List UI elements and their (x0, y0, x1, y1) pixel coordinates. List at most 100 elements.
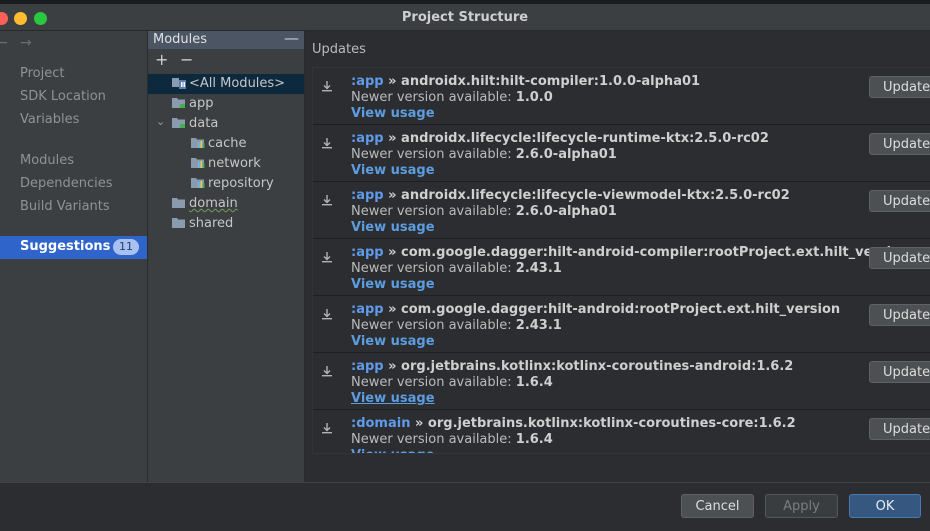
tree-item-cache[interactable]: cache (191, 136, 247, 154)
library-icon (191, 178, 205, 188)
newer-version-text: Newer version available: 2.43.1 (351, 261, 562, 276)
separator: » (383, 74, 402, 89)
download-icon (322, 138, 332, 149)
update-button[interactable]: Update (869, 133, 930, 155)
newer-version-text: Newer version available: 2.6.0-alpha01 (351, 147, 617, 162)
tree-item-app[interactable]: app (172, 96, 213, 114)
all-modules-icon (172, 78, 186, 89)
view-usage-link[interactable]: View usage (351, 448, 435, 453)
update-dependency: :app » androidx.hilt:hilt-compiler:1.0.0… (351, 74, 700, 89)
modules-header-label: Modules (153, 32, 208, 47)
update-dependency: :app » androidx.lifecycle:lifecycle-runt… (351, 131, 769, 146)
forward-arrow-icon[interactable]: → (20, 35, 32, 51)
update-button[interactable]: Update (869, 304, 930, 326)
newer-version-value: 2.43.1 (515, 261, 562, 276)
cancel-button[interactable]: Cancel (681, 494, 754, 518)
tree-item-label: shared (189, 216, 234, 231)
view-usage-link[interactable]: View usage (351, 220, 435, 235)
module-name: :app (351, 245, 384, 260)
newer-version-value: 1.6.4 (515, 432, 553, 447)
nav-item-dependencies[interactable]: Dependencies (20, 176, 113, 191)
tree-item-all-modules[interactable]: <All Modules> (172, 76, 285, 94)
tree-item-label: network (208, 156, 261, 171)
dependency-coordinate: org.jetbrains.kotlinx:kotlinx-coroutines… (427, 416, 796, 431)
newer-version-text: Newer version available: 1.6.4 (351, 375, 553, 390)
tree-item-shared[interactable]: shared (172, 216, 233, 234)
tree-item-label: data (189, 116, 219, 131)
separator: » (410, 416, 428, 431)
update-dependency: :app » com.google.dagger:hilt-android-co… (351, 245, 909, 260)
update-button[interactable]: Update (869, 190, 930, 212)
tree-item-repository[interactable]: repository (191, 176, 274, 194)
update-button[interactable]: Update (869, 361, 930, 383)
module-folder-icon (172, 118, 185, 128)
newer-version-text: Newer version available: 2.6.0-alpha01 (351, 204, 617, 219)
suggestions-count-badge: 11 (113, 239, 139, 255)
newer-version-text: Newer version available: 1.6.4 (351, 432, 553, 447)
download-icon (322, 195, 332, 206)
separator: » (383, 302, 402, 317)
newer-version-value: 1.0.0 (515, 90, 553, 105)
newer-version-value: 1.6.4 (515, 375, 553, 390)
tree-item-domain[interactable]: domain (172, 196, 238, 214)
newer-version-label: Newer version available: (351, 318, 512, 333)
view-usage-link[interactable]: View usage (351, 277, 435, 292)
tree-item-label: <All Modules> (189, 76, 286, 91)
download-icon (322, 366, 332, 377)
updates-list[interactable]: :app » androidx.hilt:hilt-compiler:1.0.0… (312, 67, 930, 454)
update-button[interactable]: Update (869, 247, 930, 269)
view-usage-link[interactable]: View usage (351, 163, 435, 178)
ok-button[interactable]: OK (849, 494, 921, 518)
nav-item-variables[interactable]: Variables (20, 112, 79, 127)
update-button[interactable]: Update (869, 76, 930, 98)
remove-module-button[interactable]: − (180, 50, 193, 69)
view-usage-link[interactable]: View usage (351, 391, 435, 406)
download-icon (322, 423, 332, 434)
update-dependency: :app » org.jetbrains.kotlinx:kotlinx-cor… (351, 359, 793, 374)
nav-item-project[interactable]: Project (20, 66, 64, 81)
module-folder-icon (172, 198, 185, 208)
view-usage-link[interactable]: View usage (351, 334, 435, 349)
nav-item-suggestions[interactable]: Suggestions 11 (0, 236, 147, 259)
download-icon (322, 252, 332, 263)
separator: » (383, 359, 402, 374)
module-name: :app (351, 359, 384, 374)
collapse-panel-button[interactable]: — (284, 29, 299, 47)
nav-item-sdk-location[interactable]: SDK Location (20, 89, 106, 104)
tree-item-data[interactable]: data (172, 116, 218, 134)
update-dependency: :domain » org.jetbrains.kotlinx:kotlinx-… (351, 416, 796, 431)
update-row: :app » com.google.dagger:hilt-android:ro… (313, 296, 930, 353)
nav-item-modules[interactable]: Modules (20, 153, 74, 168)
modules-panel: Modules — + − <All Modules> app ⌄ data c… (148, 29, 305, 482)
newer-version-label: Newer version available: (351, 147, 512, 162)
update-row: :app » com.google.dagger:hilt-android-co… (313, 239, 930, 296)
newer-version-label: Newer version available: (351, 375, 512, 390)
back-arrow-icon[interactable]: ← (0, 35, 8, 51)
nav-item-build-variants[interactable]: Build Variants (20, 199, 110, 214)
view-usage-link[interactable]: View usage (351, 106, 435, 121)
update-dependency: :app » androidx.lifecycle:lifecycle-view… (351, 188, 790, 203)
separator: » (383, 245, 402, 260)
chevron-down-icon[interactable]: ⌄ (156, 115, 165, 128)
updates-title: Updates (312, 42, 366, 57)
newer-version-text: Newer version available: 2.43.1 (351, 318, 562, 333)
updates-panel: Updates :app » androidx.hilt:hilt-compil… (305, 31, 930, 482)
module-folder-icon (172, 218, 185, 228)
dependency-coordinate: androidx.hilt:hilt-compiler:1.0.0-alpha0… (401, 74, 701, 89)
dependency-coordinate: androidx.lifecycle:lifecycle-viewmodel-k… (401, 188, 790, 203)
window-title: Project Structure (401, 10, 529, 25)
update-button[interactable]: Update (869, 418, 930, 440)
newer-version-label: Newer version available: (351, 204, 512, 219)
modules-panel-header: Modules — (148, 29, 304, 49)
add-module-button[interactable]: + (155, 50, 168, 69)
dependency-coordinate: com.google.dagger:hilt-android-compiler:… (401, 245, 910, 260)
tree-item-network[interactable]: network (191, 156, 261, 174)
newer-version-label: Newer version available: (351, 261, 512, 276)
newer-version-value: 2.43.1 (515, 318, 562, 333)
update-row: :app » androidx.lifecycle:lifecycle-view… (313, 182, 930, 239)
update-row: :app » androidx.lifecycle:lifecycle-runt… (313, 125, 930, 182)
apply-button[interactable]: Apply (765, 494, 838, 518)
tree-item-label: cache (208, 136, 247, 151)
dependency-coordinate: androidx.lifecycle:lifecycle-runtime-ktx… (401, 131, 769, 146)
module-name: :app (351, 188, 384, 203)
